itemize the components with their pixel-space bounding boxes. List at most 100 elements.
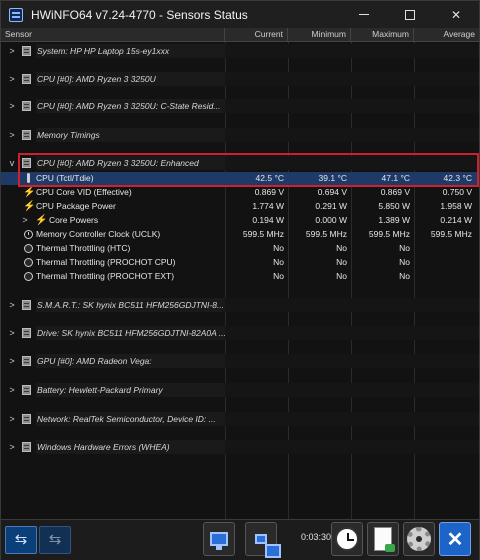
column-average[interactable]: Average [414,28,479,42]
value-minimum: No [336,243,347,253]
group-row[interactable]: > CPU [#0]: AMD Ryzen 3 3250U [1,72,479,86]
chevron-right-icon[interactable]: > [7,99,17,113]
chevron-right-icon[interactable]: > [7,412,17,426]
value-minimum: 0.000 W [315,215,347,225]
close-window-button[interactable]: ✕ [433,1,479,28]
circle-icon [24,258,33,267]
settings-button[interactable] [403,522,435,556]
value-current: 599.5 MHz [242,229,284,239]
sensor-tree[interactable]: > System: HP HP Laptop 15s-ey1xxx > CPU … [1,42,479,519]
group-label: Battery: Hewlett-Packard Primary [37,385,163,395]
column-current[interactable]: Current [225,28,288,42]
value-maximum: No [399,271,410,281]
sensor-label: Thermal Throttling (PROCHOT EXT) [36,271,175,281]
group-row[interactable]: > Drive: SK hynix BC511 HFM256GDJTNI-82A… [1,326,479,340]
group-label: Drive: SK hynix BC511 HFM256GDJTNI-82A0A… [37,328,225,338]
group-row[interactable]: > Memory Timings [1,128,479,142]
chevron-right-icon[interactable]: > [7,44,17,58]
arrow-left-right-icon: ⇆ [14,531,28,548]
value-current: 0.869 V [254,187,284,197]
chevron-right-icon[interactable]: > [20,214,30,227]
reset-timer-button[interactable] [331,522,363,556]
chevron-right-icon[interactable]: > [7,383,17,397]
nav-back-button[interactable]: ⇆ [5,526,37,554]
sensor-label: CPU (Tctl/Tdie) [36,173,94,183]
chip-icon [22,385,31,395]
arrow-left-right-icon: ⇆ [48,531,62,548]
value-maximum: No [399,243,410,253]
value-maximum: 599.5 MHz [368,229,410,239]
chip-icon [22,356,31,366]
value-average [414,242,472,255]
maximize-button[interactable] [387,1,433,28]
value-current: 1.774 W [252,201,284,211]
group-label: CPU [#0]: AMD Ryzen 3 3250U: C-State Res… [37,101,221,111]
sensor-label: Core Powers [49,215,99,225]
chevron-down-icon[interactable]: v [7,156,17,170]
chevron-right-icon[interactable]: > [7,354,17,368]
window-controls: ✕ [341,1,479,28]
sensor-row[interactable]: ⚡ CPU Core VID (Effective) 0.869 V 0.694… [1,186,479,199]
title-bar[interactable]: HWiNFO64 v7.24-4770 - Sensors Status ✕ [1,1,479,28]
sensor-row[interactable]: Thermal Throttling (PROCHOT EXT) No No N… [1,270,479,283]
chip-icon [22,158,31,168]
sensor-row-cpu-temp[interactable]: CPU (Tctl/Tdie) 42.5 °C 39.1 °C 47.1 °C … [1,172,479,185]
group-row[interactable]: > Network: RealTek Semiconductor, Device… [1,412,479,426]
value-minimum: 0.694 V [317,187,347,197]
group-label: Windows Hardware Errors (WHEA) [37,442,170,452]
column-sensor[interactable]: Sensor [1,28,225,42]
group-row[interactable]: > CPU [#0]: AMD Ryzen 3 3250U: C-State R… [1,99,479,113]
value-minimum: No [336,257,347,267]
value-current: 0.194 W [252,215,284,225]
window-title: HWiNFO64 v7.24-4770 - Sensors Status [31,7,248,22]
chevron-right-icon[interactable]: > [7,440,17,454]
value-minimum: 39.1 °C [318,173,347,183]
group-row-expanded[interactable]: v CPU [#0]: AMD Ryzen 3 3250U: Enhanced [1,156,479,170]
minimize-icon [359,14,369,15]
nav-forward-button[interactable]: ⇆ [39,526,71,554]
app-icon [9,7,23,22]
report-button[interactable] [367,522,399,556]
sensor-row[interactable]: ⚡ CPU Package Power 1.774 W 0.291 W 5.85… [1,200,479,213]
chevron-right-icon[interactable]: > [7,298,17,312]
value-current: No [273,257,284,267]
column-maximum[interactable]: Maximum [351,28,414,42]
value-maximum: 47.1 °C [381,173,410,183]
chevron-right-icon[interactable]: > [7,72,17,86]
close-button[interactable]: ✕ [439,522,471,556]
chevron-right-icon[interactable]: > [7,326,17,340]
group-row[interactable]: > S.M.A.R.T.: SK hynix BC511 HFM256GDJTN… [1,298,479,312]
chip-icon [22,101,31,111]
group-label: Network: RealTek Semiconductor, Device I… [37,414,216,424]
group-label: GPU [#0]: AMD Radeon Vega: [37,356,152,366]
sensor-label: Memory Controller Clock (UCLK) [36,229,161,239]
group-row[interactable]: > System: HP HP Laptop 15s-ey1xxx [1,44,479,58]
circle-icon [24,272,33,281]
sensor-row[interactable]: Thermal Throttling (PROCHOT CPU) No No N… [1,256,479,269]
value-minimum: 0.291 W [315,201,347,211]
group-row[interactable]: > Battery: Hewlett-Packard Primary [1,383,479,397]
network-icon [255,534,281,558]
sensor-row[interactable]: Memory Controller Clock (UCLK) 599.5 MHz… [1,228,479,241]
sensor-layout-button[interactable] [203,522,235,556]
value-minimum: 599.5 MHz [305,229,347,239]
sensor-row-core-powers[interactable]: > ⚡ Core Powers 0.194 W 0.000 W 1.389 W … [1,214,479,227]
group-row[interactable]: > GPU [#0]: AMD Radeon Vega: [1,354,479,368]
value-minimum: No [336,271,347,281]
network-button[interactable] [245,522,281,558]
chevron-right-icon[interactable]: > [7,128,17,142]
value-average [414,256,472,269]
maximize-icon [405,9,415,20]
group-row[interactable]: > Windows Hardware Errors (WHEA) [1,440,479,454]
chip-icon [22,300,31,310]
group-label: System: HP HP Laptop 15s-ey1xxx [37,46,170,56]
column-minimum[interactable]: Minimum [288,28,351,42]
value-current: 42.5 °C [255,173,284,183]
bolt-icon: ⚡ [23,187,36,198]
chip-icon [22,328,31,338]
minimize-button[interactable] [341,1,387,28]
group-label: CPU [#0]: AMD Ryzen 3 3250U: Enhanced [37,158,199,168]
close-icon: ✕ [450,7,462,22]
value-maximum: 5.850 W [378,201,410,211]
sensor-row[interactable]: Thermal Throttling (HTC) No No No [1,242,479,255]
